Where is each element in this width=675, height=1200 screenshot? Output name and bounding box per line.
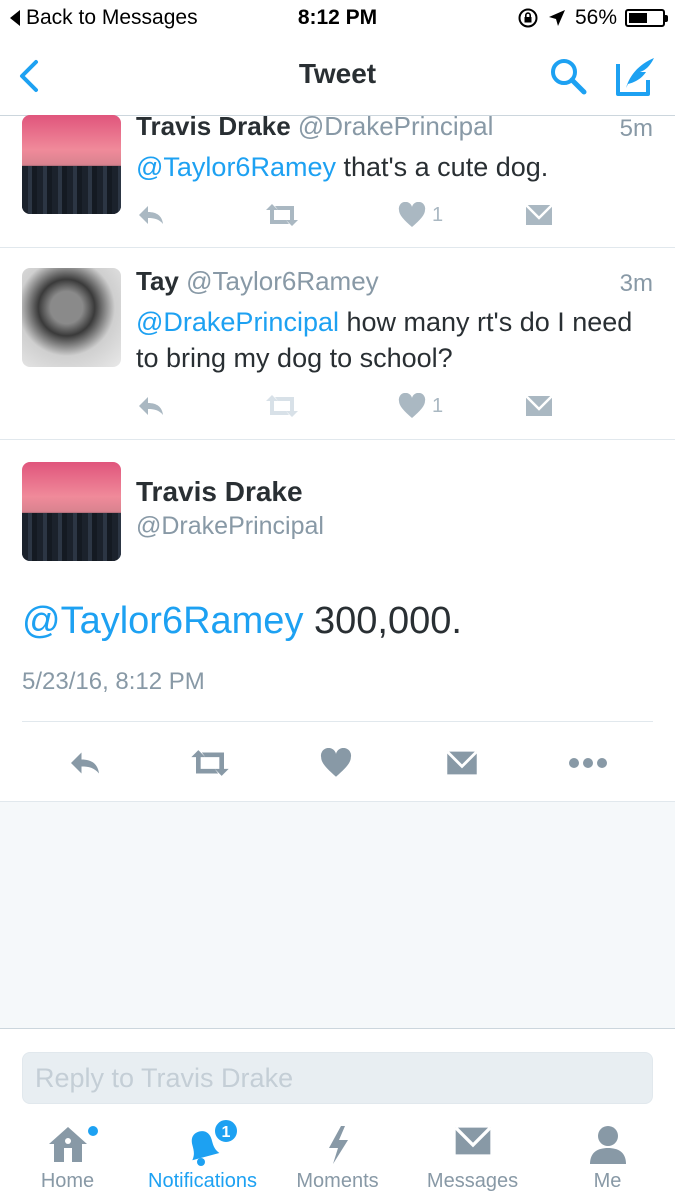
reply-icon — [71, 752, 99, 774]
tweet-time: 3m — [619, 270, 653, 297]
empty-area — [0, 801, 675, 1029]
tab-label: Notifications — [148, 1170, 257, 1192]
retweet-icon — [191, 750, 229, 776]
dm-button[interactable] — [524, 201, 554, 229]
tab-bar: Home 1 Notifications Moments Messages Me — [0, 1110, 675, 1200]
dm-button[interactable] — [439, 740, 485, 786]
retweet-icon — [266, 395, 298, 417]
tweet-text: @Taylor6Ramey that's a cute dog. — [136, 149, 645, 185]
tweet-author-name[interactable]: Tay — [136, 266, 179, 296]
heart-icon — [398, 393, 426, 418]
home-icon — [48, 1127, 87, 1162]
dm-button[interactable] — [524, 392, 554, 420]
heart-icon — [398, 202, 426, 227]
notification-badge: 1 — [213, 1118, 239, 1144]
tab-label: Moments — [296, 1170, 379, 1192]
reply-button[interactable] — [136, 201, 166, 229]
status-right: 56% — [517, 6, 668, 30]
envelope-icon — [525, 395, 553, 416]
main-author-name[interactable]: Travis Drake — [136, 476, 303, 508]
location-arrow-icon — [548, 10, 565, 26]
like-count: 1 — [432, 394, 444, 417]
reply-button[interactable] — [62, 740, 108, 786]
reply-field[interactable] — [22, 1052, 653, 1104]
tweet-reply-1[interactable]: Travis Drake @DrakePrincipal 5m @Taylor6… — [0, 111, 675, 248]
envelope-icon — [446, 750, 478, 775]
envelope-icon — [453, 1126, 492, 1155]
tab-messages[interactable]: Messages — [405, 1110, 540, 1200]
person-icon — [589, 1126, 626, 1164]
search-icon[interactable] — [548, 56, 588, 96]
tab-label: Home — [40, 1170, 95, 1192]
reply-icon — [139, 206, 163, 224]
reply-button[interactable] — [136, 392, 166, 420]
main-tweet-date: 5/23/16, 8:12 PM — [22, 668, 205, 695]
like-button[interactable] — [313, 740, 359, 786]
more-button[interactable] — [565, 740, 611, 786]
reply-icon — [139, 397, 163, 415]
nav-bar: Tweet — [0, 38, 675, 116]
main-author-handle: @DrakePrincipal — [136, 512, 324, 540]
heart-icon — [320, 748, 352, 777]
avatar[interactable] — [22, 115, 121, 214]
new-content-dot — [88, 1126, 98, 1136]
envelope-icon — [525, 204, 553, 225]
rotation-lock-icon — [518, 8, 538, 28]
tweet-actions: 1 — [136, 392, 576, 420]
tweet-author-handle: @Taylor6Ramey — [186, 266, 379, 296]
avatar[interactable] — [22, 268, 121, 367]
battery-icon — [625, 9, 668, 27]
retweet-button[interactable] — [187, 740, 233, 786]
tweet-author-handle: @DrakePrincipal — [297, 111, 494, 141]
tab-me[interactable]: Me — [540, 1110, 675, 1200]
tab-moments[interactable]: Moments — [270, 1110, 405, 1200]
avatar[interactable] — [22, 462, 121, 561]
tweet-actions: 1 — [136, 201, 576, 229]
tweet-body: that's a cute dog. — [335, 152, 549, 182]
tab-label: Me — [593, 1170, 622, 1192]
more-dots-icon — [569, 758, 607, 768]
divider — [22, 721, 653, 722]
mention-link[interactable]: @Taylor6Ramey — [136, 152, 336, 182]
tweet-header: Travis Drake @DrakePrincipal — [136, 111, 653, 142]
battery-percent: 56% — [574, 6, 617, 29]
main-tweet-text: @Taylor6Ramey 300,000. — [22, 600, 462, 643]
tab-home[interactable]: Home — [0, 1110, 135, 1200]
like-button[interactable]: 1 — [398, 201, 443, 229]
retweet-button[interactable] — [264, 392, 300, 420]
tweet-time: 5m — [619, 115, 653, 142]
retweet-icon — [266, 204, 298, 226]
like-button[interactable]: 1 — [398, 392, 443, 420]
like-count: 1 — [432, 203, 444, 226]
main-tweet-body: 300,000. — [303, 600, 462, 642]
lightning-icon — [328, 1126, 348, 1164]
tweet-reply-2[interactable]: Tay @Taylor6Ramey 3m @DrakePrincipal how… — [0, 248, 675, 440]
tweet-header: Tay @Taylor6Ramey — [136, 266, 653, 297]
status-bar: Back to Messages 8:12 PM 56% — [0, 0, 675, 38]
mention-link[interactable]: @Taylor6Ramey — [22, 600, 303, 642]
tab-notifications[interactable]: 1 Notifications — [135, 1110, 270, 1200]
tweet-text: @DrakePrincipal how many rt's do I need … — [136, 304, 645, 376]
mention-link[interactable]: @DrakePrincipal — [136, 307, 339, 337]
reply-input[interactable] — [23, 1053, 652, 1103]
retweet-button[interactable] — [264, 201, 300, 229]
tweet-author-name[interactable]: Travis Drake — [136, 111, 291, 141]
tab-label: Messages — [426, 1170, 519, 1192]
compose-icon[interactable] — [612, 54, 658, 100]
main-tweet-actions — [0, 740, 675, 786]
